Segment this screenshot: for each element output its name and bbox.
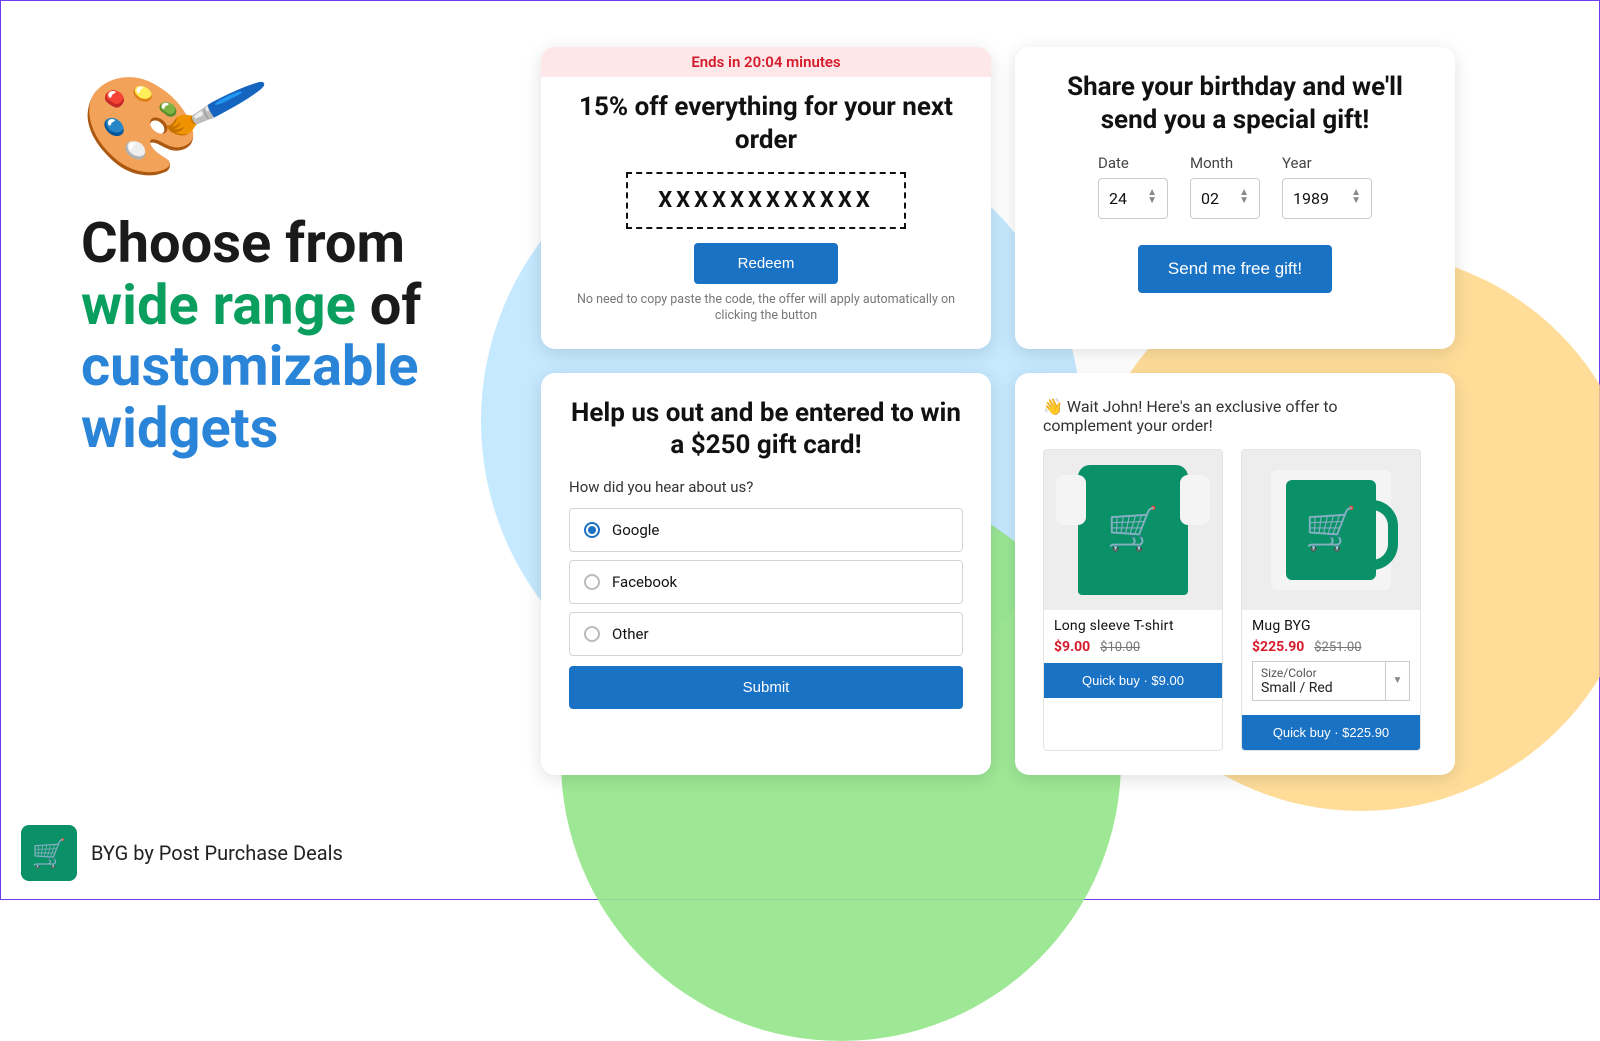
app-footer: 🛒 BYG by Post Purchase Deals bbox=[21, 825, 343, 881]
date-field: Date 24▲▼ bbox=[1098, 154, 1168, 219]
quick-buy-button[interactable]: Quick buy · $9.00 bbox=[1044, 663, 1222, 698]
brush-icon: 🖌️ bbox=[160, 53, 272, 162]
radio-icon bbox=[584, 574, 600, 590]
cart-icon: 🛒 bbox=[1286, 480, 1376, 580]
price-new: $9.00 bbox=[1054, 639, 1090, 655]
radio-option-other[interactable]: Other bbox=[569, 612, 963, 656]
promo-note: No need to copy paste the code, the offe… bbox=[569, 292, 963, 325]
headline-highlight-blue: customizable widgets bbox=[81, 333, 418, 461]
cart-icon: 🛒 bbox=[1078, 465, 1188, 595]
page-headline: Choose from wide range of customizable w… bbox=[81, 213, 501, 459]
product-image: 🛒 bbox=[1242, 450, 1420, 610]
year-label: Year bbox=[1282, 154, 1372, 172]
product-name: Long sleeve T-shirt bbox=[1054, 618, 1212, 634]
radio-icon bbox=[584, 522, 600, 538]
birthday-title: Share your birthday and we'll send you a… bbox=[1043, 71, 1427, 136]
stepper-icon[interactable]: ▲▼ bbox=[1351, 189, 1361, 205]
month-field: Month 02▲▼ bbox=[1190, 154, 1260, 219]
hero-panel: 🎨🖌️ Choose from wide range of customizab… bbox=[81, 71, 501, 459]
price-new: $225.90 bbox=[1252, 639, 1304, 655]
year-field: Year 1989▲▼ bbox=[1282, 154, 1372, 219]
headline-highlight-green: wide range bbox=[81, 272, 356, 338]
birthday-card: Share your birthday and we'll send you a… bbox=[1015, 47, 1455, 349]
radio-icon bbox=[584, 626, 600, 642]
product-name: Mug BYG bbox=[1252, 618, 1410, 634]
radio-option-facebook[interactable]: Facebook bbox=[569, 560, 963, 604]
radio-option-google[interactable]: Google bbox=[569, 508, 963, 552]
price-old: $251.00 bbox=[1314, 640, 1361, 655]
variant-select[interactable]: Size/Color Small / Red ▼ bbox=[1252, 661, 1410, 701]
send-gift-button[interactable]: Send me free gift! bbox=[1138, 245, 1332, 293]
survey-card: Help us out and be entered to win a $250… bbox=[541, 373, 991, 775]
variant-label: Size/Color bbox=[1261, 666, 1317, 680]
survey-title: Help us out and be entered to win a $250… bbox=[569, 397, 963, 462]
app-name: BYG by Post Purchase Deals bbox=[91, 841, 343, 865]
product-card-tshirt[interactable]: 🛒 Long sleeve T-shirt $9.00 $10.00 Quick… bbox=[1043, 449, 1223, 751]
submit-button[interactable]: Submit bbox=[569, 666, 963, 709]
survey-question: How did you hear about us? bbox=[569, 478, 963, 496]
promo-card: Ends in 20:04 minutes 15% off everything… bbox=[541, 47, 991, 349]
month-input[interactable]: 02▲▼ bbox=[1190, 178, 1260, 219]
month-label: Month bbox=[1190, 154, 1260, 172]
chevron-down-icon: ▼ bbox=[1385, 662, 1409, 700]
headline-line2b: of bbox=[356, 272, 422, 338]
coupon-code[interactable]: XXXXXXXXXXXX bbox=[626, 172, 906, 229]
radio-label: Facebook bbox=[612, 573, 677, 591]
headline-line1: Choose from bbox=[81, 210, 405, 276]
stepper-icon[interactable]: ▲▼ bbox=[1147, 189, 1157, 205]
upsell-card: 👋 Wait John! Here's an exclusive offer t… bbox=[1015, 373, 1455, 775]
palette-icon: 🎨🖌️ bbox=[81, 71, 201, 183]
variant-value: Small / Red bbox=[1261, 680, 1333, 696]
promo-title: 15% off everything for your next order bbox=[569, 91, 963, 156]
product-image: 🛒 bbox=[1044, 450, 1222, 610]
date-input[interactable]: 24▲▼ bbox=[1098, 178, 1168, 219]
countdown-banner: Ends in 20:04 minutes bbox=[541, 47, 991, 77]
radio-label: Google bbox=[612, 521, 659, 539]
date-label: Date bbox=[1098, 154, 1168, 172]
product-card-mug[interactable]: ON SALE 🛒 Mug BYG $225.90 $251.00 Size/C… bbox=[1241, 449, 1421, 751]
quick-buy-button[interactable]: Quick buy · $225.90 bbox=[1242, 715, 1420, 750]
year-input[interactable]: 1989▲▼ bbox=[1282, 178, 1372, 219]
app-logo-icon: 🛒 bbox=[21, 825, 77, 881]
upsell-lead: 👋 Wait John! Here's an exclusive offer t… bbox=[1043, 397, 1427, 435]
price-old: $10.00 bbox=[1100, 640, 1140, 655]
redeem-button[interactable]: Redeem bbox=[694, 243, 839, 284]
stepper-icon[interactable]: ▲▼ bbox=[1239, 189, 1249, 205]
radio-label: Other bbox=[612, 625, 649, 643]
